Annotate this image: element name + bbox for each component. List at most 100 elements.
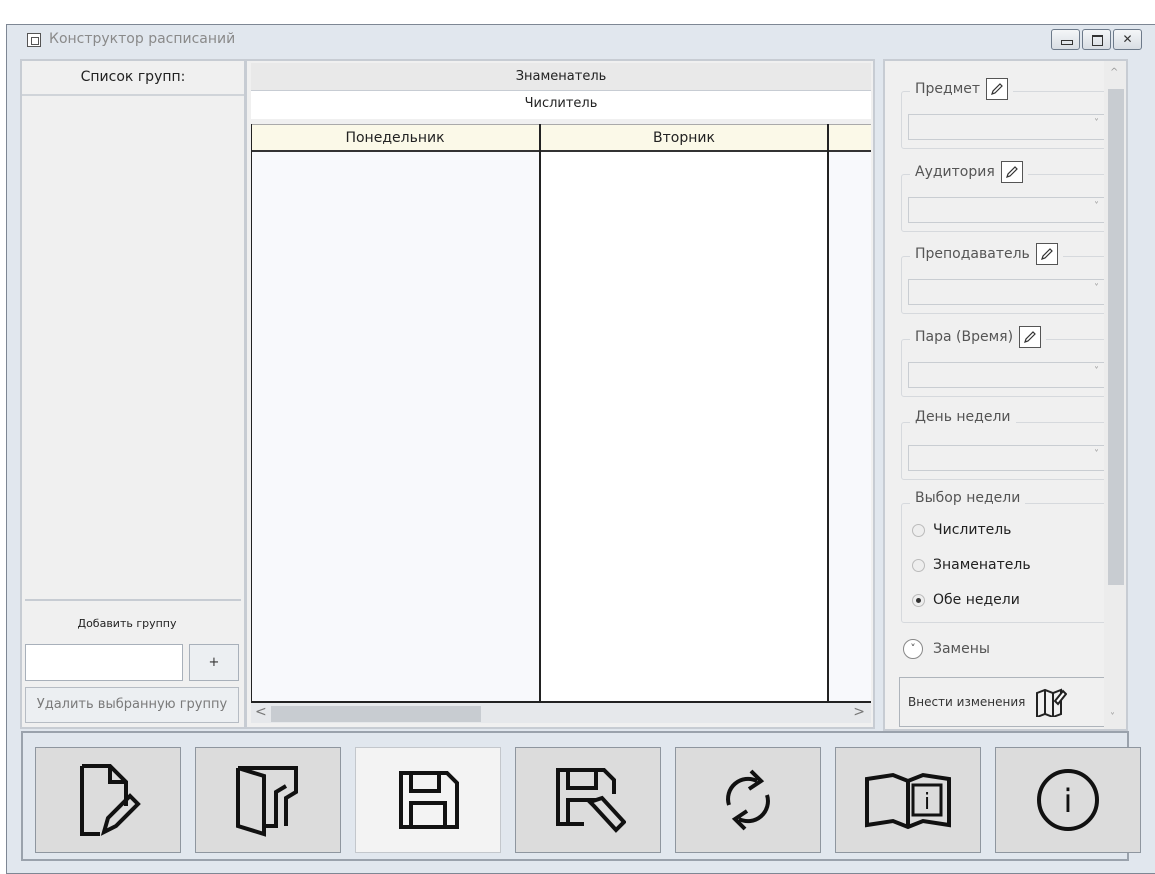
groups-list[interactable] [25, 98, 241, 601]
pencil-icon [1005, 166, 1018, 178]
about-button[interactable]: i [995, 747, 1141, 853]
scroll-right-arrow[interactable]: > [853, 704, 865, 720]
pencil-icon [1024, 331, 1036, 343]
pencil-icon [991, 83, 1003, 95]
radio-label: Знаменатель [933, 557, 1031, 573]
scroll-thumb[interactable] [1108, 89, 1124, 585]
save-button[interactable] [355, 747, 501, 853]
groups-panel: Список групп: Добавить группу + Удалить … [20, 59, 246, 729]
maximize-button[interactable] [1082, 29, 1111, 50]
replacements-label: Замены [933, 641, 990, 657]
weekday-legend: День недели [910, 409, 1016, 425]
minimize-button[interactable] [1051, 29, 1080, 50]
lesson-time-group: Пара (Время) ˅ [901, 326, 1115, 397]
svg-text:i: i [924, 790, 930, 815]
radio-button[interactable] [912, 523, 925, 537]
subject-group: Предмет ˅ [901, 78, 1115, 149]
chevron-down-icon: ˅ [1094, 449, 1099, 460]
classroom-group: Аудитория ˅ [901, 161, 1115, 232]
open-folder-icon [236, 766, 298, 837]
chevron-down-icon: ˅ [1094, 366, 1099, 377]
scroll-down-icon[interactable]: ˅ [1110, 712, 1115, 723]
tuesday-column[interactable] [541, 152, 827, 702]
main-window: Конструктор расписаний ✕ Список групп: Д… [6, 24, 1155, 874]
week-choice-group: Выбор недели Числитель Знаменатель Обе н… [901, 490, 1115, 623]
lesson-time-label: Пара (Время) [915, 329, 1014, 345]
scroll-up-icon[interactable]: ^ [1110, 67, 1118, 78]
lesson-time-legend: Пара (Время) [910, 326, 1047, 348]
refresh-icon [726, 769, 770, 831]
vertical-scrollbar[interactable]: ^ ˅ [1104, 61, 1126, 729]
chevron-circle-icon: ˅ [903, 639, 923, 659]
close-button[interactable]: ✕ [1113, 29, 1142, 50]
lesson-time-combobox[interactable]: ˅ [908, 362, 1108, 388]
day-header-tuesday: Вторник [653, 130, 715, 146]
radio-numerator[interactable]: Числитель [912, 522, 1011, 538]
teacher-legend: Преподаватель [910, 243, 1063, 265]
week-choice-legend: Выбор недели [910, 490, 1026, 506]
monday-column[interactable] [251, 152, 539, 702]
column-divider [539, 124, 541, 704]
chevron-down-icon: ˅ [1094, 118, 1099, 129]
help-book-icon: i [865, 772, 951, 830]
days-header-row: Понедельник Вторник [251, 124, 871, 152]
denominator-header: Знаменатель [251, 63, 871, 91]
help-button[interactable]: i [835, 747, 981, 853]
add-group-label: Добавить группу [77, 617, 177, 630]
save-icon [399, 771, 459, 829]
teacher-group: Преподаватель ˅ [901, 243, 1115, 314]
horizontal-scrollbar[interactable]: < > [251, 701, 871, 723]
column-divider [251, 124, 252, 704]
delete-group-button[interactable]: Удалить выбранную группу [25, 687, 239, 723]
classroom-legend: Аудитория [910, 161, 1028, 183]
scroll-left-arrow[interactable]: < [255, 704, 267, 720]
lesson-editor-panel: Предмет ˅ Аудитория ˅ Преподаватель ˅ Па… [883, 59, 1128, 731]
numerator-header: Числитель [251, 91, 871, 119]
radio-denominator[interactable]: Знаменатель [912, 557, 1031, 573]
radio-button-selected[interactable] [912, 593, 925, 607]
weekday-label: День недели [915, 409, 1011, 425]
edit-classroom-button[interactable] [1000, 161, 1023, 183]
radio-button[interactable] [912, 558, 925, 572]
app-icon [27, 33, 41, 47]
map-edit-icon [1036, 688, 1068, 717]
edit-lesson-time-button[interactable] [1019, 326, 1042, 348]
subject-combobox[interactable]: ˅ [908, 114, 1108, 140]
save-as-icon [556, 768, 626, 833]
chevron-down-icon: ˅ [1094, 201, 1099, 212]
edit-teacher-button[interactable] [1035, 243, 1058, 265]
chevron-down-icon: ˅ [1094, 283, 1099, 294]
column-divider [827, 124, 829, 704]
scroll-thumb[interactable] [271, 706, 481, 722]
radio-both-weeks[interactable]: Обе недели [912, 592, 1020, 608]
add-group-button[interactable]: + [189, 644, 239, 681]
caption-buttons: ✕ [1051, 29, 1142, 50]
groups-header: Список групп: [22, 61, 244, 96]
apply-changes-label: Внести изменения [908, 695, 1026, 709]
teacher-label: Преподаватель [915, 246, 1030, 262]
window-title: Конструктор расписаний [49, 31, 236, 47]
subject-label: Предмет [915, 81, 981, 97]
title-bar: Конструктор расписаний ✕ [7, 25, 1155, 57]
open-schedule-button[interactable] [195, 747, 341, 853]
replacements-expander[interactable]: ˅ Замены [903, 639, 990, 659]
apply-changes-button[interactable]: Внести изменения [899, 677, 1113, 727]
weekday-group: День недели ˅ [901, 409, 1115, 480]
edit-subject-button[interactable] [986, 78, 1009, 100]
bottom-toolbar: i i [21, 731, 1141, 861]
pencil-icon [1040, 248, 1053, 260]
radio-label: Обе недели [933, 592, 1020, 608]
classroom-combobox[interactable]: ˅ [908, 197, 1108, 223]
save-as-button[interactable] [515, 747, 661, 853]
classroom-label: Аудитория [915, 164, 995, 180]
weekday-combobox[interactable]: ˅ [908, 445, 1108, 471]
radio-label: Числитель [933, 522, 1012, 538]
new-document-icon [80, 764, 141, 836]
teacher-combobox[interactable]: ˅ [908, 279, 1108, 305]
next-day-column[interactable] [829, 152, 871, 702]
week-choice-label: Выбор недели [915, 490, 1021, 506]
add-group-input[interactable] [25, 644, 183, 681]
new-schedule-button[interactable] [35, 747, 181, 853]
refresh-button[interactable] [675, 747, 821, 853]
schedule-grid: Знаменатель Числитель Понедельник Вторни… [245, 59, 875, 729]
